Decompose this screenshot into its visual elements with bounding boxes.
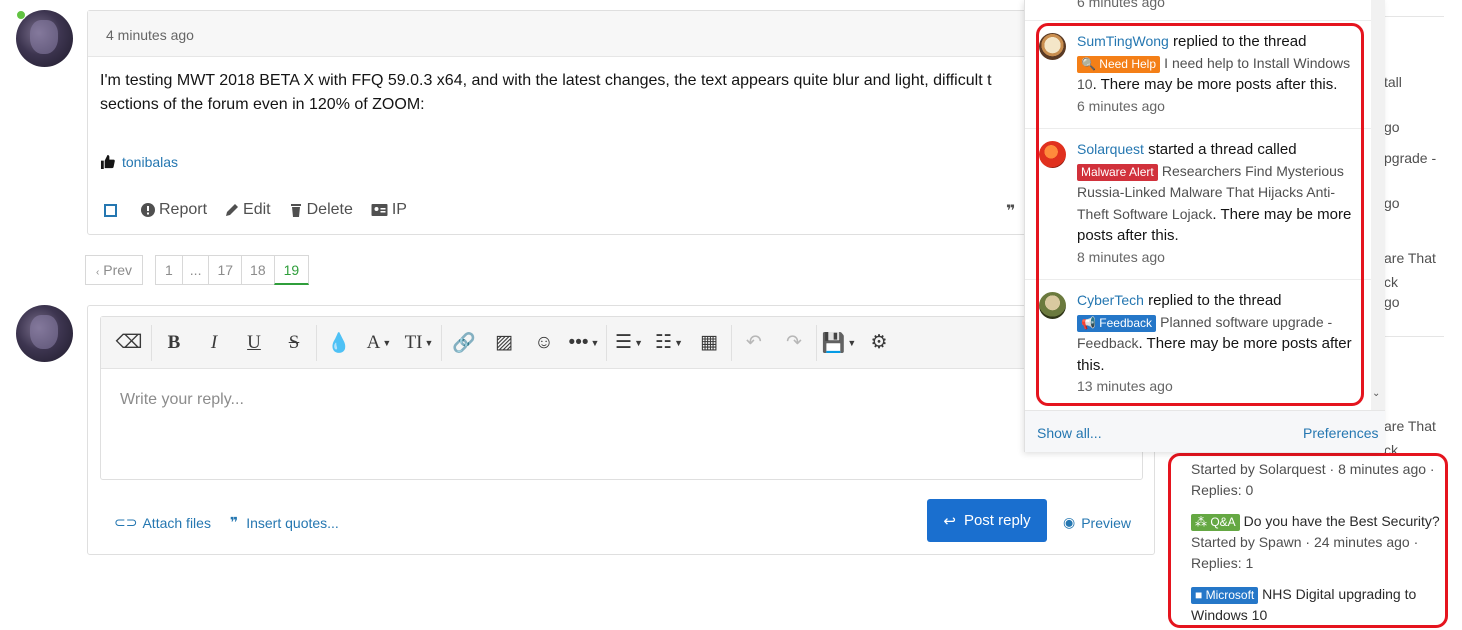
reply-arrow-icon: ↩ bbox=[943, 512, 956, 530]
toolbar-separator bbox=[731, 324, 732, 361]
bold-icon[interactable]: B bbox=[154, 323, 194, 363]
alerts-scrollbar[interactable] bbox=[1371, 0, 1385, 410]
report-label: Report bbox=[159, 201, 208, 218]
page-19-current[interactable]: 19 bbox=[273, 255, 310, 285]
author-avatar[interactable] bbox=[16, 10, 73, 67]
post-header: 4 minutes ago bbox=[88, 11, 1186, 57]
preview-label: Preview bbox=[1081, 514, 1132, 531]
toolbar-separator bbox=[816, 324, 817, 361]
alert-icon bbox=[141, 203, 155, 217]
page-ellipsis[interactable]: ... bbox=[181, 255, 210, 285]
paperclip-icon: ⊂⊃ bbox=[114, 514, 138, 530]
text-color-icon[interactable]: 💧 bbox=[319, 323, 359, 363]
post-actions: Report Edit Delete IP bbox=[104, 201, 407, 219]
more-options-icon[interactable]: ••• ▼ bbox=[564, 323, 604, 363]
smiley-icon[interactable]: ☺ bbox=[524, 323, 564, 363]
link-icon[interactable]: 🔗 bbox=[444, 323, 484, 363]
font-size-icon[interactable]: TI ▼ bbox=[399, 323, 439, 363]
font-family-icon[interactable]: A ▼ bbox=[359, 323, 399, 363]
sidebar-fragment: go bbox=[1384, 119, 1400, 135]
italic-icon[interactable]: I bbox=[194, 323, 234, 363]
like-user-link[interactable]: tonibalas bbox=[122, 154, 178, 170]
preview-button[interactable]: ◉ Preview bbox=[1063, 514, 1131, 531]
sidebar-fragment: pgrade - bbox=[1384, 150, 1437, 166]
alert-time-cut: 6 minutes ago bbox=[1077, 0, 1165, 10]
sidebar-fragment: go bbox=[1384, 294, 1400, 310]
ip-label: IP bbox=[391, 201, 407, 218]
toolbar-separator bbox=[151, 324, 152, 361]
edit-label: Edit bbox=[243, 201, 271, 218]
toolbar-separator bbox=[441, 324, 442, 361]
trash-icon bbox=[290, 204, 301, 217]
report-button[interactable]: Report bbox=[141, 201, 207, 219]
prev-label: Prev bbox=[103, 262, 133, 278]
scroll-down-icon[interactable]: ⌄ bbox=[1372, 388, 1380, 399]
underline-icon[interactable]: U bbox=[234, 323, 274, 363]
post-reply-label: Post reply bbox=[963, 512, 1031, 529]
alerts-footer: Show all... Preferences bbox=[1025, 410, 1385, 452]
highlight-box bbox=[1036, 23, 1364, 406]
reply-input[interactable]: Write your reply... bbox=[120, 391, 244, 409]
sidebar-fragment: are That bbox=[1384, 418, 1436, 434]
insert-quotes-button[interactable]: ❞ Insert quotes... bbox=[230, 514, 339, 531]
delete-label: Delete bbox=[306, 201, 353, 218]
select-checkbox[interactable] bbox=[104, 203, 117, 217]
post-time[interactable]: 4 minutes ago bbox=[106, 27, 194, 43]
post-body-line: I'm testing MWT 2018 BETA X with FFQ 59.… bbox=[100, 72, 992, 89]
show-all-link[interactable]: Show all... bbox=[1037, 425, 1102, 441]
page-17[interactable]: 17 bbox=[208, 255, 243, 285]
sidebar-fragment: tall bbox=[1384, 74, 1402, 90]
likes-bar: tonibalas bbox=[100, 154, 178, 170]
post-message: 4 minutes ago I'm testing MWT 2018 BETA … bbox=[87, 10, 1187, 235]
post-body: I'm testing MWT 2018 BETA X with FFQ 59.… bbox=[100, 69, 992, 117]
preferences-link[interactable]: Preferences bbox=[1303, 425, 1378, 441]
quote-icon[interactable]: ❞ bbox=[1006, 201, 1015, 221]
settings-gear-icon[interactable]: ⚙ bbox=[859, 323, 899, 363]
undo-icon[interactable]: ↶ bbox=[734, 323, 774, 363]
post-reply-button[interactable]: ↩ Post reply bbox=[927, 499, 1047, 542]
strikethrough-icon[interactable]: S bbox=[274, 323, 314, 363]
current-user-avatar[interactable] bbox=[16, 305, 73, 362]
editor: ⌫ B I U S 💧 A ▼ TI ▼ 🔗 ▨ ☺ ••• ▼ ☰ ▼ ☷ ▼ ▦ ↶ … bbox=[100, 316, 1143, 480]
highlight-box bbox=[1168, 453, 1448, 628]
redo-icon[interactable]: ↷ bbox=[774, 323, 814, 363]
sidebar-fragment: are That bbox=[1384, 250, 1436, 266]
ip-button[interactable]: IP bbox=[371, 201, 407, 219]
quick-reply: ⌫ B I U S 💧 A ▼ TI ▼ 🔗 ▨ ☺ ••• ▼ ☰ ▼ ☷ ▼ ▦ ↶ … bbox=[87, 305, 1155, 555]
id-card-icon bbox=[371, 204, 388, 216]
list-icon[interactable]: ☷ ▼ bbox=[649, 323, 689, 363]
sidebar-fragment: ck bbox=[1384, 274, 1398, 290]
attach-files-button[interactable]: ⊂⊃ Attach files bbox=[114, 514, 211, 531]
page-numbers: 1 ... 17 18 19 bbox=[155, 255, 310, 285]
insert-quotes-label: Insert quotes... bbox=[246, 514, 339, 531]
eye-icon: ◉ bbox=[1063, 514, 1076, 530]
page-1[interactable]: 1 bbox=[155, 255, 183, 285]
clear-formatting-icon[interactable]: ⌫ bbox=[109, 323, 149, 363]
image-icon[interactable]: ▨ bbox=[484, 323, 524, 363]
quote-marks-icon: ❞ bbox=[230, 514, 239, 530]
attach-files-label: Attach files bbox=[142, 514, 211, 531]
sidebar-divider bbox=[1384, 16, 1444, 17]
sidebar-fragment: go bbox=[1384, 195, 1400, 211]
page-18[interactable]: 18 bbox=[241, 255, 275, 285]
pencil-icon bbox=[226, 204, 239, 216]
toolbar-separator bbox=[606, 324, 607, 361]
editor-toolbar: ⌫ B I U S 💧 A ▼ TI ▼ 🔗 ▨ ☺ ••• ▼ ☰ ▼ ☷ ▼ ▦ ↶ … bbox=[101, 317, 1142, 369]
drafts-icon[interactable]: 💾 ▼ bbox=[819, 323, 859, 363]
chevron-left-icon: ‹ bbox=[96, 267, 100, 278]
align-icon[interactable]: ☰ ▼ bbox=[609, 323, 649, 363]
toolbar-separator bbox=[316, 324, 317, 361]
thumbs-up-icon bbox=[100, 155, 115, 169]
online-indicator bbox=[16, 10, 26, 20]
delete-button[interactable]: Delete bbox=[289, 201, 353, 219]
edit-button[interactable]: Edit bbox=[225, 201, 271, 219]
table-icon[interactable]: ▦ bbox=[689, 323, 729, 363]
sidebar-divider bbox=[1384, 336, 1444, 337]
post-body-line: sections of the forum even in 120% of ZO… bbox=[100, 96, 425, 113]
prev-page-button[interactable]: ‹ Prev bbox=[85, 255, 144, 285]
